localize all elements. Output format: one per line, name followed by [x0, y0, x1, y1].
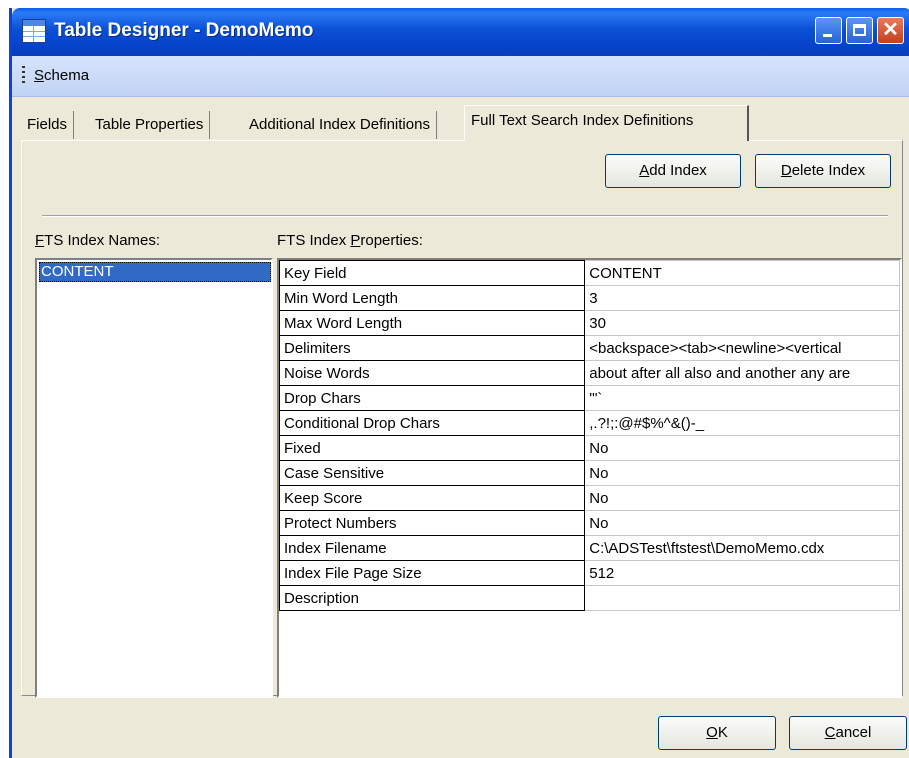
property-name: Conditional Drop Chars: [278, 410, 586, 436]
close-button[interactable]: ✕: [877, 17, 904, 44]
property-value[interactable]: C:\ADSTest\ftstest\DemoMemo.cdx: [584, 535, 900, 561]
fts-index-properties-mnemonic: P: [350, 232, 361, 249]
property-name: Drop Chars: [278, 385, 586, 411]
maximize-button[interactable]: [846, 17, 873, 44]
fts-index-properties-grid[interactable]: Key Field CONTENT Min Word Length 3 Max Wo…: [277, 258, 902, 698]
minimize-button[interactable]: [815, 17, 842, 44]
property-value[interactable]: No: [584, 435, 900, 461]
property-name: Min Word Length: [278, 285, 586, 311]
menu-schema[interactable]: Schema: [34, 67, 89, 84]
property-value[interactable]: 3: [584, 285, 900, 311]
title-bar[interactable]: Table Designer - DemoMemo ✕: [12, 8, 909, 56]
minimize-icon: [823, 34, 832, 37]
table-row[interactable]: Protect Numbers No: [278, 510, 900, 536]
maximize-icon: [853, 24, 866, 36]
property-value[interactable]: No: [584, 485, 900, 511]
table-row[interactable]: Delimiters <backspace><tab><newline><vert…: [278, 335, 900, 361]
property-value[interactable]: No: [584, 460, 900, 486]
property-value[interactable]: about after all also and another any are: [584, 360, 900, 386]
properties-table: Key Field CONTENT Min Word Length 3 Max Wo…: [278, 260, 900, 611]
cancel-mnemonic: C: [824, 724, 836, 741]
property-name: Noise Words: [278, 360, 586, 386]
table-row[interactable]: Fixed No: [278, 435, 900, 461]
property-value[interactable]: ,.?!;:@#$%^&()-_: [584, 410, 900, 436]
table-row[interactable]: Key Field CONTENT: [278, 260, 900, 286]
delete-index-button[interactable]: Delete Index: [755, 154, 891, 188]
property-name: Case Sensitive: [278, 460, 586, 486]
fts-index-names-text: TS Index Names:: [44, 232, 161, 249]
property-name: Protect Numbers: [278, 510, 586, 536]
tab-fields[interactable]: Fields: [21, 111, 75, 139]
add-index-button[interactable]: Add Index: [605, 154, 741, 188]
table-row[interactable]: Min Word Length 3: [278, 285, 900, 311]
toolbar-grip[interactable]: [22, 66, 25, 86]
table-row[interactable]: Conditional Drop Chars ,.?!;:@#$%^&()-_: [278, 410, 900, 436]
add-index-mnemonic: A: [639, 162, 650, 179]
fts-index-properties-label: FTS Index Properties:: [277, 232, 423, 249]
property-name: Max Word Length: [278, 310, 586, 336]
table-row[interactable]: Noise Words about after all also and anot…: [278, 360, 900, 386]
table-row[interactable]: Index File Page Size 512: [278, 560, 900, 586]
menu-bar: Schema: [12, 56, 909, 97]
cancel-button[interactable]: Cancel: [789, 716, 907, 750]
property-value[interactable]: 512: [584, 560, 900, 586]
property-value[interactable]: 30: [584, 310, 900, 336]
property-name: Delimiters: [278, 335, 586, 361]
property-name: Key Field: [278, 260, 586, 286]
ok-label: K: [717, 724, 728, 741]
window-title: Table Designer - DemoMemo: [54, 20, 314, 41]
tab-full-text-search-index-definitions[interactable]: Full Text Search Index Definitions: [464, 105, 749, 141]
cancel-label: ancel: [835, 724, 872, 741]
ok-mnemonic: O: [706, 724, 718, 741]
property-name: Fixed: [278, 435, 586, 461]
tab-table-properties[interactable]: Table Properties: [89, 111, 211, 139]
fts-index-names-label: FTS Index Names:: [35, 232, 160, 249]
close-icon: ✕: [882, 19, 899, 41]
property-value[interactable]: No: [584, 510, 900, 536]
property-name: Index File Page Size: [278, 560, 586, 586]
add-index-label: dd Index: [649, 162, 707, 179]
property-value[interactable]: [584, 585, 900, 611]
fts-index-names-mnemonic: F: [35, 232, 45, 249]
separator: [42, 215, 888, 217]
delete-index-label: elete Index: [791, 162, 866, 179]
fts-index-names-list[interactable]: CONTENT: [35, 258, 273, 698]
fts-index-properties-text: roperties:: [360, 232, 423, 249]
property-name: Index Filename: [278, 535, 586, 561]
menu-schema-mnemonic: S: [34, 67, 45, 84]
property-value[interactable]: '"`: [584, 385, 900, 411]
ok-button[interactable]: OK: [658, 716, 776, 750]
menu-schema-label: chema: [44, 67, 90, 84]
table-icon: [22, 19, 46, 43]
delete-index-mnemonic: D: [780, 162, 792, 179]
list-item[interactable]: CONTENT: [39, 262, 271, 282]
table-row[interactable]: Case Sensitive No: [278, 460, 900, 486]
property-name: Description: [278, 585, 586, 611]
table-row[interactable]: Keep Score No: [278, 485, 900, 511]
property-value[interactable]: CONTENT: [584, 260, 900, 286]
table-row[interactable]: Drop Chars '"`: [278, 385, 900, 411]
property-value[interactable]: <backspace><tab><newline><vertical: [584, 335, 900, 361]
fts-index-properties-prefix: FTS Index: [277, 232, 351, 249]
tab-additional-index-definitions[interactable]: Additional Index Definitions: [243, 111, 437, 139]
table-row[interactable]: Max Word Length 30: [278, 310, 900, 336]
table-designer-window: Table Designer - DemoMemo ✕ Schema Field…: [9, 8, 909, 758]
table-row[interactable]: Description: [278, 585, 900, 611]
property-name: Keep Score: [278, 485, 586, 511]
table-row[interactable]: Index Filename C:\ADSTest\ftstest\DemoMem…: [278, 535, 900, 561]
